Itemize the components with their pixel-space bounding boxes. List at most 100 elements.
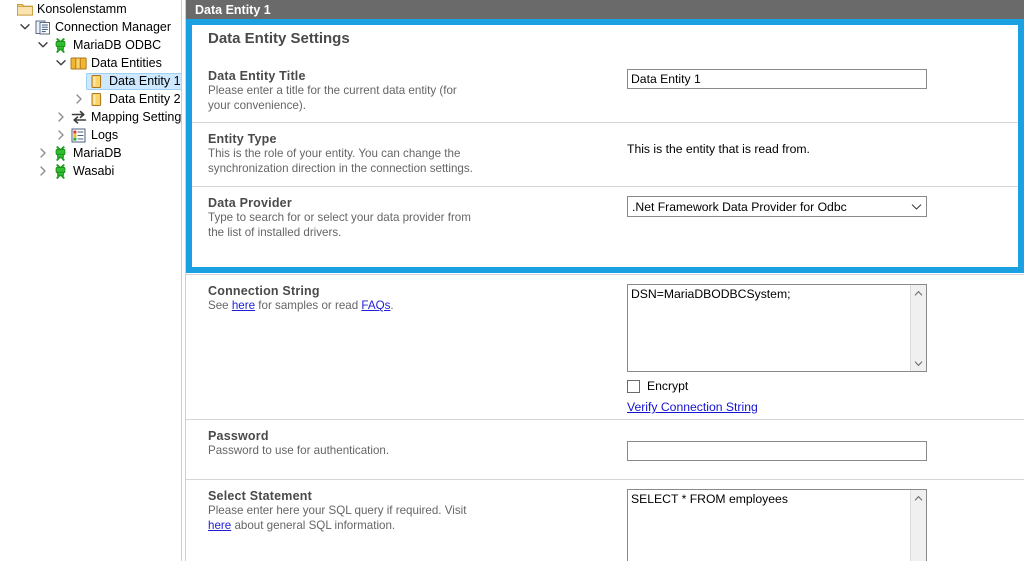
- section-description: Password to use for authentication.: [208, 444, 473, 459]
- tree-item-hit-area[interactable]: Connection Manager: [32, 19, 177, 36]
- section-label-group: Entity Type This is the role of your ent…: [186, 132, 606, 186]
- chevron-down-icon[interactable]: [18, 19, 32, 35]
- connection-string-textarea[interactable]: DSN=MariaDBODBCSystem;: [627, 284, 927, 372]
- section-description: Please enter here your SQL query if requ…: [208, 504, 473, 533]
- tree-item-label: Konsolenstamm: [37, 1, 127, 17]
- section-title: Data Provider: [208, 196, 606, 210]
- encrypt-checkbox-row[interactable]: Encrypt: [627, 379, 1024, 393]
- chevron-down-icon: [906, 203, 926, 211]
- section-title: Connection String: [208, 284, 606, 298]
- tree-item-mariadb-odbc[interactable]: MariaDB ODBC: [0, 36, 181, 54]
- content-title-bar: Data Entity 1: [186, 0, 1024, 19]
- chevron-down-icon[interactable]: [54, 55, 68, 71]
- tree-item-hit-area[interactable]: MariaDB ODBC: [50, 37, 167, 54]
- data-provider-dropdown[interactable]: .Net Framework Data Provider for Odbc: [627, 196, 927, 217]
- chevron-right-icon[interactable]: [36, 145, 50, 161]
- section-label-group: Data Entity Title Please enter a title f…: [186, 69, 606, 122]
- tree-expander-placeholder: [0, 1, 14, 17]
- tree-item-label: Data Entity 2: [109, 91, 181, 107]
- tree-item-wasabi[interactable]: Wasabi: [0, 162, 181, 180]
- section-connection-string: Connection String See here for samples o…: [186, 274, 1024, 419]
- select-statement-scrollbar[interactable]: [910, 490, 926, 561]
- tree-item-konsolenstamm[interactable]: Konsolenstamm: [0, 0, 181, 18]
- desc-prefix: See: [208, 299, 232, 312]
- scroll-down-icon[interactable]: [911, 355, 927, 371]
- connection-manager-icon: [34, 19, 51, 35]
- tree-item-hit-area[interactable]: Logs: [68, 127, 124, 144]
- tree-item-hit-area[interactable]: Data Entity 1: [86, 73, 181, 90]
- chevron-down-icon[interactable]: [36, 37, 50, 53]
- tree-item-hit-area[interactable]: MariaDB: [50, 145, 128, 162]
- section-password: Password Password to use for authenticat…: [186, 419, 1024, 479]
- navigation-tree-panel: Konsolenstamm Connection Manager MariaDB O…: [0, 0, 181, 561]
- verify-connection-string-row: Verify Connection String: [627, 400, 1024, 414]
- encrypt-checkbox[interactable]: [627, 380, 640, 393]
- chevron-right-icon[interactable]: [36, 163, 50, 179]
- plug-icon: [52, 163, 69, 179]
- select-statement-textarea[interactable]: SELECT * FROM employees: [627, 489, 927, 561]
- tree-item-label: Connection Manager: [55, 19, 171, 35]
- tree-item-label: Wasabi: [73, 163, 114, 179]
- mapping-settings-icon: [70, 109, 87, 125]
- tree-item-hit-area[interactable]: Wasabi: [50, 163, 120, 180]
- tree-item-label: MariaDB ODBC: [73, 37, 161, 53]
- connection-string-scrollbar[interactable]: [910, 285, 926, 371]
- tree-item-label: Mapping Settings: [91, 109, 181, 125]
- tree-item-data-entity-1[interactable]: Data Entity 1: [0, 72, 181, 90]
- scroll-up-icon[interactable]: [911, 285, 927, 301]
- connection-string-here-link[interactable]: here: [232, 299, 255, 312]
- tree-item-hit-area[interactable]: Data Entities: [68, 55, 168, 72]
- tree-item-label: Data Entities: [91, 55, 162, 71]
- tree-item-label: MariaDB: [73, 145, 122, 161]
- logs-icon: [70, 127, 87, 143]
- encrypt-label: Encrypt: [647, 379, 688, 393]
- section-title: Entity Type: [208, 132, 606, 146]
- tree-item-logs[interactable]: Logs: [0, 126, 181, 144]
- section-control-group: SELECT * FROM employees: [606, 489, 1024, 561]
- section-control-group: [606, 429, 1024, 479]
- settings-scroll-area: Data Entity Settings Data Entity Title P…: [186, 19, 1024, 561]
- chevron-right-icon[interactable]: [54, 127, 68, 143]
- tree-item-hit-area[interactable]: Konsolenstamm: [14, 1, 133, 18]
- data-entity-title-input[interactable]: [627, 69, 927, 89]
- tree-item-label: Data Entity 1: [109, 73, 181, 89]
- section-label-group: Connection String See here for samples o…: [186, 284, 606, 419]
- tree-item-label: Logs: [91, 127, 118, 143]
- section-title: Data Entity Title: [208, 69, 606, 83]
- section-description: Type to search for or select your data p…: [208, 211, 473, 240]
- section-title: Password: [208, 429, 606, 443]
- verify-connection-string-link[interactable]: Verify Connection String: [627, 400, 758, 414]
- section-description: This is the role of your entity. You can…: [208, 147, 473, 176]
- section-data-entity-title: Data Entity Title Please enter a title f…: [186, 60, 1024, 122]
- data-entity-icon: [88, 91, 105, 107]
- tree-item-data-entity-2[interactable]: Data Entity 2: [0, 90, 181, 108]
- data-provider-selected-value: .Net Framework Data Provider for Odbc: [628, 200, 906, 214]
- chevron-right-icon[interactable]: [54, 109, 68, 125]
- tree-item-data-entities[interactable]: Data Entities: [0, 54, 181, 72]
- tree-expander-placeholder: [72, 73, 86, 89]
- scroll-up-icon[interactable]: [911, 490, 927, 506]
- section-control-group: [606, 69, 1024, 122]
- tree-item-mapping-settings[interactable]: Mapping Settings: [0, 108, 181, 126]
- section-control-group: .Net Framework Data Provider for Odbc: [606, 196, 1024, 274]
- chevron-right-icon[interactable]: [72, 91, 86, 107]
- entity-type-value: This is the entity that is read from.: [627, 132, 1024, 157]
- section-title: Select Statement: [208, 489, 606, 503]
- desc-suffix: about general SQL information.: [231, 519, 395, 532]
- data-entities-icon: [70, 55, 87, 71]
- select-statement-here-link[interactable]: here: [208, 519, 231, 532]
- plug-icon: [52, 37, 69, 53]
- content-title-text: Data Entity 1: [195, 3, 271, 17]
- password-input[interactable]: [627, 441, 927, 461]
- data-entity-icon: [88, 73, 105, 89]
- tree-item-connection-manager[interactable]: Connection Manager: [0, 18, 181, 36]
- tree-item-hit-area[interactable]: Data Entity 2: [86, 91, 181, 108]
- page-title: Data Entity Settings: [186, 19, 1024, 60]
- tree-item-hit-area[interactable]: Mapping Settings: [68, 109, 181, 126]
- section-control-group: This is the entity that is read from.: [606, 132, 1024, 186]
- desc-middle: for samples or read: [255, 299, 361, 312]
- connection-string-faqs-link[interactable]: FAQs: [361, 299, 390, 312]
- section-data-provider: Data Provider Type to search for or sele…: [186, 186, 1024, 274]
- folder-icon: [16, 1, 33, 17]
- tree-item-mariadb[interactable]: MariaDB: [0, 144, 181, 162]
